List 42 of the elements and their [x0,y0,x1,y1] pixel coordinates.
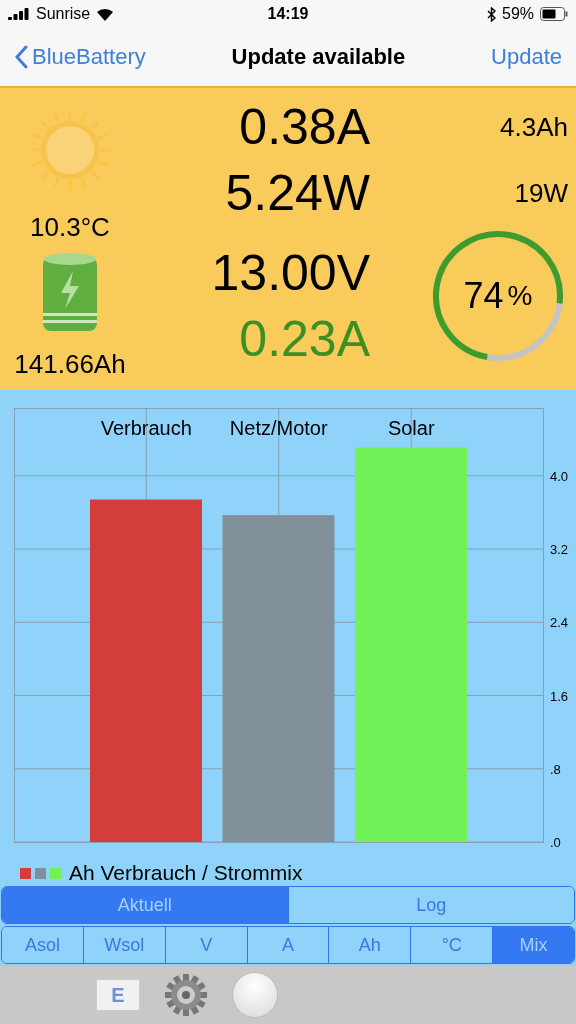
reading-value: 0.23A [239,310,370,369]
signal-icon [8,8,30,20]
axis-tick-label: .8 [550,761,561,777]
reading-value: 0.38A [239,98,370,157]
percent-unit: % [507,280,533,312]
reading-value: 5.24W [225,164,370,223]
mail-button[interactable]: E [96,979,140,1011]
axis-tick-label: 1.6 [550,688,569,704]
axis-tick-label: 3.2 [550,542,569,557]
axis-tick-label: 2.4 [550,615,569,631]
temperature: 10.3°C [30,212,110,243]
axis-tick-label: .0 [550,835,561,850]
side-value: 19W [514,177,568,210]
category-label: Verbrauch [100,417,192,439]
side-value: 4.3Ah [500,111,568,144]
axis-tick-label: 4.0 [550,468,569,484]
view-tab[interactable]: Log [287,887,574,923]
reading-value: 13.00V [211,244,370,303]
battery-percent: 59% [502,5,534,23]
battery-icon [540,7,568,21]
legend-swatch [50,867,61,879]
update-link[interactable]: Update [491,44,562,70]
clock: 14:19 [267,5,309,23]
battery-cell-icon [41,251,99,333]
legend-swatch [35,867,46,879]
view-tab[interactable]: Aktuell [2,887,288,923]
unit-tab[interactable]: Mix [492,927,574,963]
chart-title: Ah Verbrauch / Strommix [69,861,303,885]
category-label: Solar [387,417,435,439]
wifi-icon [96,7,115,21]
settings-icon[interactable] [164,973,208,1017]
bluetooth-icon [487,6,496,22]
chevron-icon [14,45,28,69]
screen-title: Update available [230,44,407,70]
round-button[interactable] [232,972,278,1018]
charge-percent: 74 [463,275,504,317]
back-link[interactable]: BlueBattery [14,44,146,70]
sun-icon [28,108,112,192]
category-label: Netz/Motor [229,417,328,439]
carrier-name: Sunrise [36,5,91,23]
capacity: 141.66Ah [14,349,126,380]
legend-swatch [20,867,31,879]
